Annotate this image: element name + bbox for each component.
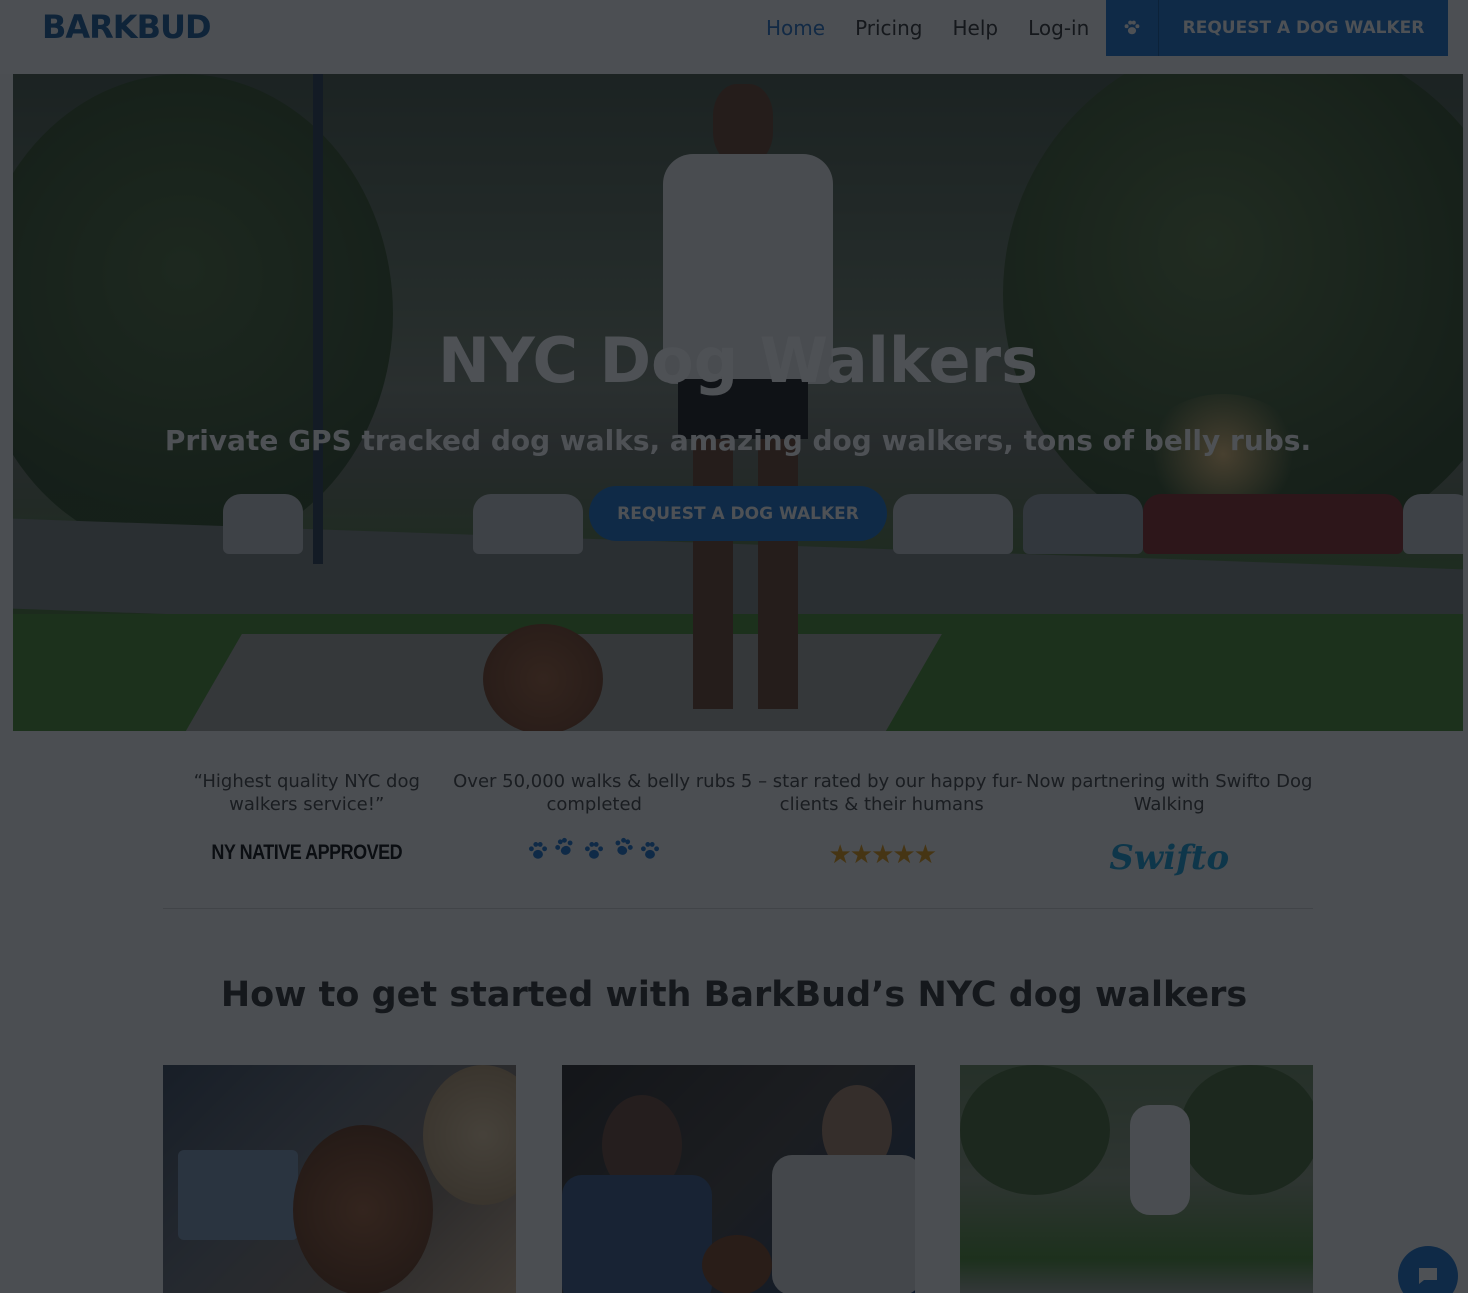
- nav-pricing[interactable]: Pricing: [855, 16, 922, 40]
- hero-subtitle: Private GPS tracked dog walks, amazing d…: [164, 424, 1312, 457]
- paw-icon: [529, 841, 548, 859]
- main-nav: Home Pricing Help Log-in: [766, 16, 1089, 40]
- hero-bg-tree-left: [13, 74, 393, 554]
- request-walker-hero-button[interactable]: REQUEST A DOG WALKER: [589, 486, 887, 541]
- site-header: BARKBUD Home Pricing Help Log-in REQUEST…: [0, 0, 1468, 74]
- feature-walks-completed: Over 50,000 walks & belly rubs completed: [451, 770, 739, 878]
- dog-photo: [702, 1235, 772, 1293]
- page: BARKBUD Home Pricing Help Log-in REQUEST…: [0, 0, 1468, 1293]
- paw-icon: [615, 837, 633, 855]
- hero-bg-car: [893, 494, 1013, 554]
- laptop-screen: [178, 1150, 298, 1240]
- star-icon: ★: [849, 840, 873, 870]
- hero-bg-car: [223, 494, 303, 554]
- nav-help[interactable]: Help: [952, 16, 998, 40]
- hero-dog-figure: [483, 624, 603, 731]
- how-to-start-heading: How to get started with BarkBud’s NYC do…: [220, 975, 1248, 1015]
- hero-bg-car: [1403, 494, 1463, 554]
- hero-dog-walker-figure: [633, 84, 843, 724]
- dog-photo: [293, 1125, 433, 1293]
- feature-text: Over 50,000 walks & belly rubs completed: [453, 771, 736, 815]
- feature-quality: “Highest quality NYC dog walkers service…: [163, 770, 451, 878]
- feature-text: “Highest quality NYC dog walkers service…: [193, 771, 420, 815]
- star-icon: ★: [871, 840, 894, 870]
- person-shirt: [772, 1155, 915, 1293]
- walker-figure: [1130, 1105, 1190, 1215]
- hero-bg-truck: [1143, 494, 1403, 554]
- section-divider: [163, 908, 1313, 909]
- step-image-walk: [960, 1065, 1313, 1293]
- paw-icon: [641, 841, 660, 859]
- star-icon: ★: [828, 840, 851, 870]
- request-walker-header-button[interactable]: REQUEST A DOG WALKER: [1106, 0, 1448, 56]
- nav-home[interactable]: Home: [766, 16, 825, 40]
- ny-native-approved-logo: NY NATIVE APPROVED: [211, 839, 403, 864]
- paw-icon: [555, 837, 573, 855]
- hero-bg-car: [473, 494, 583, 554]
- paw-prints-badge: [451, 837, 739, 862]
- tree: [1180, 1065, 1313, 1195]
- feature-five-star: 5 – star rated by our happy fur-clients …: [738, 770, 1026, 878]
- five-star-rating: ★★★★★: [738, 840, 1026, 870]
- request-walker-header-label: REQUEST A DOG WALKER: [1182, 18, 1425, 38]
- paw-icon: [1106, 0, 1159, 56]
- chat-button[interactable]: [1398, 1246, 1458, 1293]
- person-shirt: [562, 1175, 712, 1293]
- swifto-logo: Swifto: [1109, 838, 1230, 878]
- step-image-request: [163, 1065, 516, 1293]
- chat-icon: [1419, 1268, 1437, 1284]
- hero-title: NYC Dog Walkers: [437, 324, 1039, 397]
- hero-section: NYC Dog Walkers Private GPS tracked dog …: [13, 74, 1463, 731]
- feature-text: 5 – star rated by our happy fur-clients …: [740, 771, 1023, 815]
- hero-bg-lamp-pole: [313, 74, 323, 564]
- person-photo: [423, 1065, 516, 1205]
- star-icon: ★: [913, 840, 937, 870]
- barkbud-logo[interactable]: BARKBUD: [42, 8, 212, 46]
- feature-swifto: Now partnering with Swifto Dog Walking S…: [1026, 770, 1314, 878]
- tree: [960, 1065, 1110, 1195]
- steps-row: [163, 1065, 1313, 1293]
- nav-login[interactable]: Log-in: [1028, 16, 1089, 40]
- step-image-meet-walker: [562, 1065, 915, 1293]
- paw-icon: [585, 841, 604, 859]
- feature-text: Now partnering with Swifto Dog Walking: [1026, 771, 1313, 815]
- features-row: “Highest quality NYC dog walkers service…: [163, 770, 1313, 878]
- star-icon: ★: [892, 840, 915, 870]
- hero-bg-car: [1023, 494, 1143, 554]
